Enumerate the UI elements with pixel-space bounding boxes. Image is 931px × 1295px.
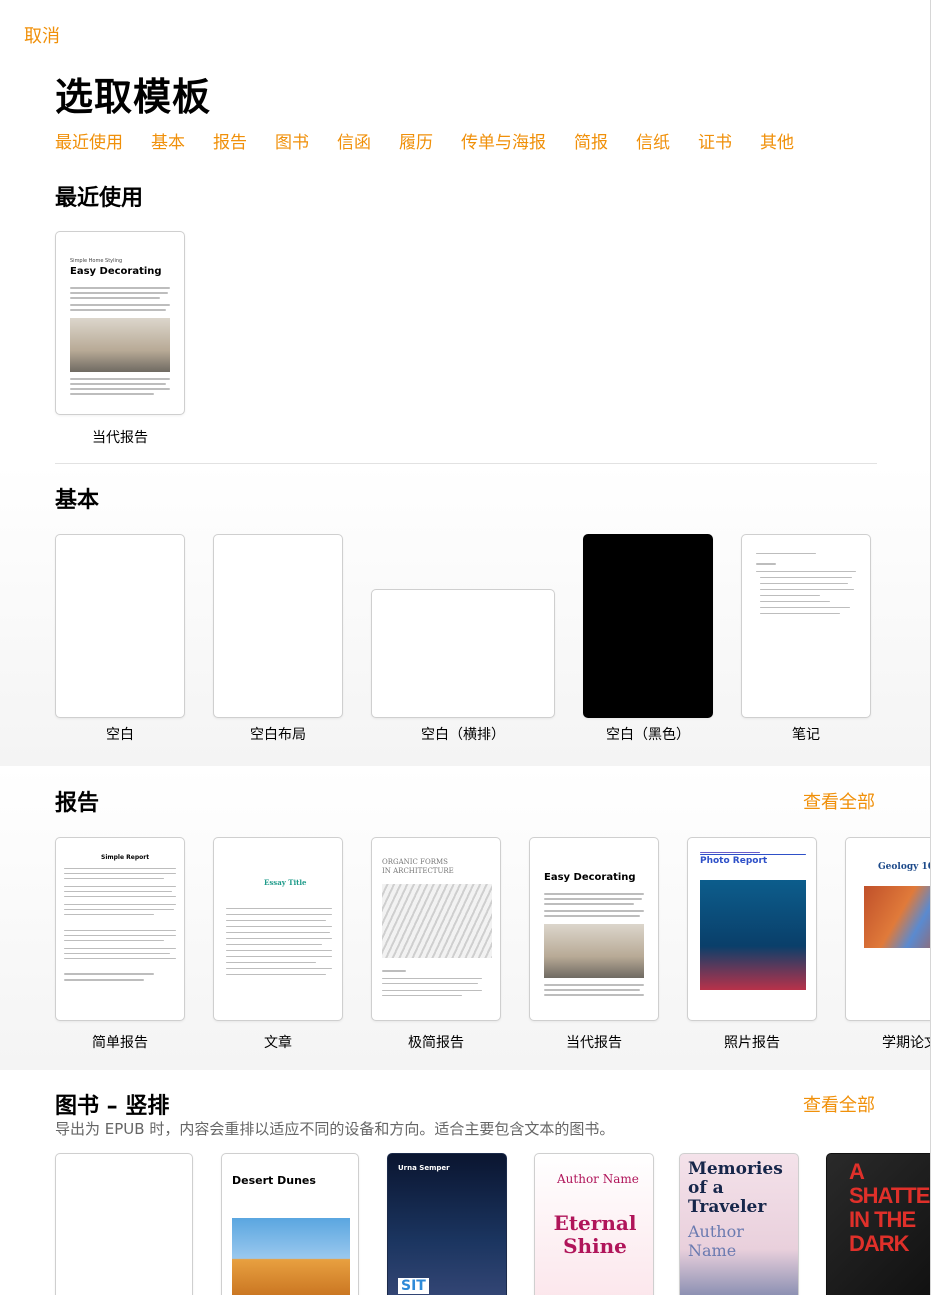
template-card-blank[interactable] <box>55 534 185 718</box>
preview-title: Easy Decorating <box>70 266 162 277</box>
category-certificates[interactable]: 证书 <box>698 128 732 153</box>
template-card-minimal-report[interactable]: ORGANIC FORMS IN ARCHITECTURE <box>371 837 501 1021</box>
preview-title: Urna Semper <box>398 1164 450 1172</box>
template-chooser: 取消 选取模板 最近使用 基本 报告 图书 信函 履历 传单与海报 简报 信纸 … <box>0 0 931 1295</box>
template-card-book-urna[interactable]: Urna Semper SIT <box>387 1153 507 1295</box>
template-card-contemporary-report[interactable]: Easy Decorating <box>529 837 659 1021</box>
template-label: 当代报告 <box>566 1035 622 1051</box>
category-flyers[interactable]: 传单与海报 <box>461 128 546 153</box>
preview-author: Author Name <box>557 1172 639 1186</box>
template-card-blank-black[interactable] <box>583 534 713 718</box>
template-card-book-memories[interactable]: Memories of a Traveler Author Name <box>679 1153 799 1295</box>
template-label: 照片报告 <box>724 1035 780 1051</box>
template-card-photo-report[interactable]: Photo Report <box>687 837 817 1021</box>
section-subtitle-books: 导出为 EPUB 时，内容会重排以适应不同的设备和方向。适合主要包含文本的图书。 <box>55 1120 615 1138</box>
template-card-contemporary-report-recent[interactable]: Simple Home Styling Easy Decorating <box>55 231 185 415</box>
preview-title: A SHATTER IN THE DARK <box>849 1159 930 1256</box>
category-recent[interactable]: 最近使用 <box>55 128 123 153</box>
page-title: 选取模板 <box>55 75 212 119</box>
preview-title: Photo Report <box>700 856 768 866</box>
template-card-notes[interactable] <box>741 534 871 718</box>
template-label: 学期论文 <box>882 1035 930 1051</box>
template-card-book-shatter[interactable]: A SHATTER IN THE DARK <box>826 1153 930 1295</box>
cancel-button[interactable]: 取消 <box>24 22 60 48</box>
preview-title: Eternal Shine <box>553 1211 637 1258</box>
preview-photo <box>700 880 806 990</box>
category-books[interactable]: 图书 <box>275 128 309 153</box>
template-label: 空白布局 <box>250 727 306 743</box>
template-label: 空白（横排） <box>421 727 505 743</box>
preview-kicker: Simple Home Styling <box>70 258 123 264</box>
preview-title: Simple Report <box>101 854 150 861</box>
template-label: 笔记 <box>792 727 820 743</box>
see-all-books-button[interactable]: 查看全部 <box>803 1091 875 1117</box>
preview-author: Author Name <box>688 1222 744 1260</box>
category-reports[interactable]: 报告 <box>213 128 247 153</box>
template-card-book-desert[interactable]: Desert Dunes <box>221 1153 359 1295</box>
category-newsletters[interactable]: 简报 <box>574 128 608 153</box>
category-other[interactable]: 其他 <box>760 128 794 153</box>
category-basic[interactable]: 基本 <box>151 128 185 153</box>
category-bar: 最近使用 基本 报告 图书 信函 履历 传单与海报 简报 信纸 证书 其他 <box>55 128 822 153</box>
preview-title-line1: ORGANIC FORMS <box>382 858 448 866</box>
section-title-basic: 基本 <box>55 488 100 513</box>
preview-title: Memories of a Traveler <box>688 1159 783 1217</box>
category-resumes[interactable]: 履历 <box>399 128 433 153</box>
template-label: 当代报告 <box>92 430 148 446</box>
preview-title: Geology 101 Report <box>878 862 930 872</box>
template-card-book-eternal[interactable]: Author Name Eternal Shine <box>534 1153 654 1295</box>
preview-photo <box>382 884 492 958</box>
preview-title: Easy Decorating <box>544 872 636 883</box>
template-card-blank-landscape[interactable] <box>371 589 555 718</box>
preview-title: Essay Title <box>264 878 307 887</box>
preview-subtitle: SIT <box>398 1278 429 1294</box>
template-label: 文章 <box>264 1035 292 1051</box>
category-letters[interactable]: 信函 <box>337 128 371 153</box>
preview-title: Desert Dunes <box>232 1174 316 1187</box>
template-card-blank-layout[interactable] <box>213 534 343 718</box>
template-label: 简单报告 <box>92 1035 148 1051</box>
section-title-reports: 报告 <box>55 791 100 816</box>
section-title-books: 图书 – 竖排 <box>55 1094 170 1119</box>
preview-photo <box>864 886 930 948</box>
preview-title-line2: IN ARCHITECTURE <box>382 867 454 875</box>
see-all-reports-button[interactable]: 查看全部 <box>803 788 875 814</box>
preview-photo <box>544 924 644 978</box>
template-card-term-paper[interactable]: Geology 101 Report <box>845 837 930 1021</box>
template-label: 空白 <box>106 727 134 743</box>
preview-photo <box>70 318 170 372</box>
section-title-recent: 最近使用 <box>55 186 144 211</box>
template-card-simple-report[interactable]: Simple Report <box>55 837 185 1021</box>
category-stationery[interactable]: 信纸 <box>636 128 670 153</box>
template-card-essay[interactable]: Essay Title <box>213 837 343 1021</box>
preview-photo <box>232 1218 350 1295</box>
template-card-book-blank[interactable] <box>55 1153 193 1295</box>
template-label: 极简报告 <box>408 1035 464 1051</box>
template-label: 空白（黑色） <box>606 727 690 743</box>
